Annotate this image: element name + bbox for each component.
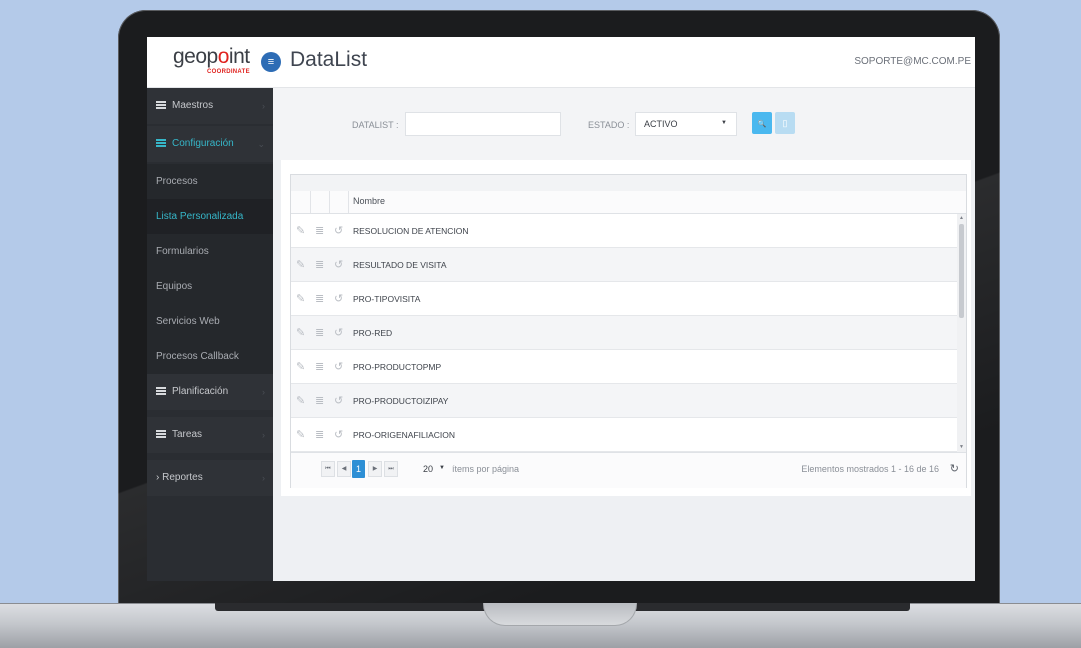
undo-icon[interactable]: ↺ [334,224,343,237]
estado-select[interactable]: ACTIVO ▼ [635,112,737,136]
search-button[interactable]: 🔍 [752,112,772,134]
table-row[interactable]: ✎ ≣ ↺ PRO-PRODUCTOIZIPAY [291,384,957,418]
grid-scrollbar[interactable]: ▲ ▼ [957,214,966,452]
edit-icon[interactable]: ✎ [296,428,305,441]
table-row[interactable]: ✎ ≣ ↺ RESOLUCION DE ATENCION [291,214,957,248]
per-page-label: ítems por página [452,464,520,474]
logo-subtitle: COORDINATE [207,69,250,75]
estado-value: ACTIVO [644,119,678,129]
sidebar-item-maestros[interactable]: Maestros › [147,88,273,124]
page-size-select[interactable]: 20 [423,464,433,474]
table-row[interactable]: ✎ ≣ ↺ PRO-TIPOVISITA [291,282,957,316]
app-logo[interactable]: geopoint COORDINATE [147,37,273,87]
caret-down-icon[interactable]: ▼ [439,465,445,471]
scroll-thumb[interactable] [959,224,964,318]
chevron-right-icon: › [156,472,160,483]
undo-icon[interactable]: ↺ [334,394,343,407]
undo-icon[interactable]: ↺ [334,292,343,305]
edit-icon[interactable]: ✎ [296,326,305,339]
table-row[interactable]: ✎ ≣ ↺ PRO-RED [291,316,957,350]
detail-icon[interactable]: ≣ [315,292,324,305]
app-header: geopoint COORDINATE ≡ DataList SOPORTE@M… [147,37,975,88]
grid-toolbar [291,175,966,192]
sidebar-item-tareas[interactable]: Tareas › [147,417,273,453]
edit-icon[interactable]: ✎ [296,258,305,271]
table-row[interactable]: ✎ ≣ ↺ RESULTADO DE VISITA [291,248,957,282]
app-screen: geopoint COORDINATE ≡ DataList SOPORTE@M… [147,37,975,581]
list-icon [156,139,166,148]
edit-icon[interactable]: ✎ [296,292,305,305]
sidebar-item-servicios-web[interactable]: Servicios Web [147,304,273,339]
last-page-button[interactable]: ⏭ [384,461,398,477]
page-title: DataList [290,48,368,71]
sidebar-item-procesos[interactable]: Procesos [147,164,273,199]
sidebar-item-lista-personalizada[interactable]: Lista Personalizada [147,199,273,234]
next-page-button[interactable]: ▶ [368,461,382,477]
scroll-down-icon[interactable]: ▼ [959,444,964,450]
page-info: Elementos mostrados 1 - 16 de 16 [801,464,939,474]
grid-pager: ⏮ ◀ 1 ▶ ⏭ 20 ▼ ítems por página Elemento… [291,452,966,488]
detail-icon[interactable]: ≣ [315,326,324,339]
chevron-right-icon: › [262,387,265,397]
row-nombre: RESULTADO DE VISITA [353,260,447,270]
undo-icon[interactable]: ↺ [334,258,343,271]
clear-button[interactable]: ▯ [775,112,795,134]
chevron-right-icon: › [262,101,265,111]
caret-down-icon: ▼ [721,120,727,126]
chevron-down-icon: ⌄ [257,139,265,149]
prev-page-button[interactable]: ◀ [337,461,351,477]
column-header-nombre[interactable]: Nombre [353,196,385,206]
chevron-right-icon: › [262,473,265,483]
grid-header: Nombre [291,191,966,214]
sidebar-item-configuracion[interactable]: Configuración ⌄ [147,126,273,162]
row-nombre: PRO-TIPOVISITA [353,294,421,304]
table-row[interactable]: ✎ ≣ ↺ PRO-ORIGENAFILIACION [291,418,957,452]
edit-icon[interactable]: ✎ [296,394,305,407]
list-icon [156,387,166,396]
row-nombre: PRO-PRODUCTOPMP [353,362,442,372]
undo-icon[interactable]: ↺ [334,360,343,373]
estado-label: ESTADO : [588,120,630,130]
sidebar-item-procesos-callback[interactable]: Procesos Callback [147,339,273,374]
grid-body: ✎ ≣ ↺ RESOLUCION DE ATENCION ✎ ≣ ↺ RESUL… [291,214,957,452]
undo-icon[interactable]: ↺ [334,326,343,339]
sidebar-item-reportes[interactable]: › Reportes › [147,460,273,496]
row-nombre: PRO-ORIGENAFILIACION [353,430,456,440]
edit-icon[interactable]: ✎ [296,360,305,373]
datalist-input[interactable] [405,112,561,136]
refresh-icon[interactable]: ↻ [950,462,959,475]
chevron-right-icon: › [262,430,265,440]
sidebar-item-formularios[interactable]: Formularios [147,234,273,269]
detail-icon[interactable]: ≣ [315,258,324,271]
menu-toggle-icon[interactable]: ≡ [261,52,281,72]
sidebar-item-planificacion[interactable]: Planificación › [147,374,273,410]
scroll-up-icon[interactable]: ▲ [959,215,964,221]
current-page-button[interactable]: 1 [352,460,365,478]
list-icon [156,430,166,439]
logo-text: geopoint [173,45,250,68]
row-nombre: RESOLUCION DE ATENCION [353,226,469,236]
row-nombre: PRO-RED [353,328,393,338]
sidebar: Maestros › Configuración ⌄ Procesos List… [147,88,273,581]
datalist-label: DATALIST : [352,120,399,130]
detail-icon[interactable]: ≣ [315,360,324,373]
laptop-notch [483,603,637,626]
user-email[interactable]: SOPORTE@MC.COM.PE [854,56,971,67]
detail-icon[interactable]: ≣ [315,224,324,237]
list-icon [156,101,166,110]
detail-icon[interactable]: ≣ [315,394,324,407]
row-nombre: PRO-PRODUCTOIZIPAY [353,396,449,406]
datalist-grid: Nombre ✎ ≣ ↺ RESOLUCION DE ATENCION ✎ ≣ … [290,174,967,488]
detail-icon[interactable]: ≣ [315,428,324,441]
undo-icon[interactable]: ↺ [334,428,343,441]
search-icon: 🔍 [757,121,767,128]
document-icon: ▯ [782,118,788,128]
edit-icon[interactable]: ✎ [296,224,305,237]
sidebar-item-equipos[interactable]: Equipos [147,269,273,304]
first-page-button[interactable]: ⏮ [321,461,335,477]
table-row[interactable]: ✎ ≣ ↺ PRO-PRODUCTOPMP [291,350,957,384]
